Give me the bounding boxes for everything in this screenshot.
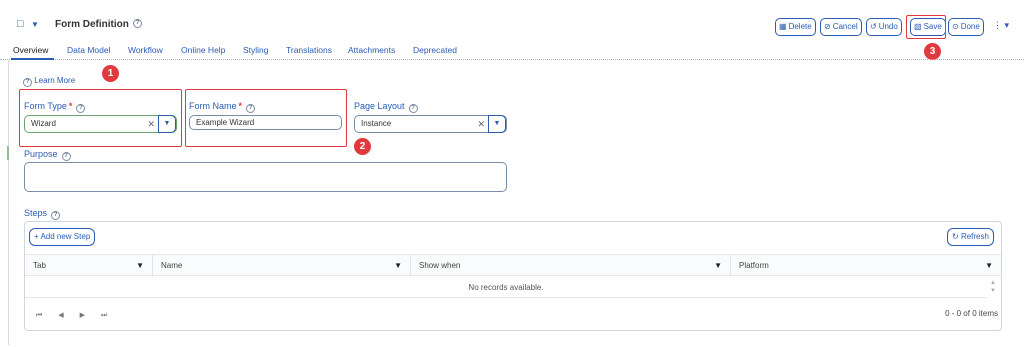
header-bar: □ ▼ Form Definition ? ▦ Delete ⊘ Cancel ↺ U… — [0, 0, 1024, 38]
help-icon[interactable]: ? — [408, 104, 418, 113]
cancel-icon: ⊘ — [824, 22, 831, 31]
tab-data-model[interactable]: Data Model — [67, 45, 110, 55]
learn-more-link[interactable]: ? Learn More — [23, 76, 75, 87]
page-layout-label: Page Layout? — [354, 101, 418, 113]
column-header-tab[interactable]: Tab ▼ — [25, 255, 153, 277]
page-layout-select[interactable]: Instance ✕ ▼ — [354, 115, 507, 133]
next-page-icon[interactable]: ▶ — [80, 312, 85, 319]
filter-icon[interactable]: ▼ — [136, 255, 144, 277]
form-type-select[interactable]: Wizard ✕ ▼ — [24, 115, 177, 133]
purpose-textarea[interactable] — [24, 162, 507, 192]
steps-label: Steps? — [24, 208, 61, 220]
delete-button[interactable]: ▦ Delete — [775, 18, 816, 36]
last-page-icon[interactable]: ⏭ — [101, 312, 107, 319]
tab-attachments[interactable]: Attachments — [348, 45, 395, 55]
help-icon: ? — [23, 78, 32, 87]
grid-header: Tab ▼ Name ▼ Show when ▼ Platform ▼ — [25, 254, 1001, 277]
form-name-label: Form Name *? — [189, 101, 256, 113]
tab-overview[interactable]: Overview — [13, 45, 48, 55]
refresh-icon: ↻ — [952, 232, 959, 241]
undo-icon: ↺ — [870, 22, 877, 31]
clear-icon[interactable]: ✕ — [477, 116, 485, 132]
scrollbar[interactable]: ▲ ▼ — [990, 279, 996, 295]
done-button[interactable]: ⊙ Done — [948, 18, 984, 36]
column-header-platform[interactable]: Platform ▼ — [731, 255, 1001, 277]
pager-controls: ⏮ ◀ ▶ ⏭ — [36, 311, 121, 320]
check-circle-icon: ⊙ — [952, 22, 959, 31]
chevron-down-icon[interactable]: ▼ — [31, 20, 39, 29]
field-marker — [7, 146, 9, 160]
purpose-label: Purpose? — [24, 149, 71, 161]
tab-deprecated[interactable]: Deprecated — [413, 45, 457, 55]
callout-badge-2: 2 — [354, 138, 371, 155]
cancel-button[interactable]: ⊘ Cancel — [820, 18, 862, 36]
tab-translations[interactable]: Translations — [286, 45, 332, 55]
column-header-show-when[interactable]: Show when ▼ — [411, 255, 731, 277]
required-marker: * — [238, 101, 243, 111]
clear-icon[interactable]: ✕ — [147, 116, 155, 132]
bookmark-icon[interactable]: □ — [17, 18, 24, 30]
help-icon[interactable]: ? — [246, 104, 256, 113]
chevron-down-icon[interactable]: ▼ — [158, 115, 176, 133]
page-title: Form Definition — [55, 19, 129, 30]
more-menu-icon[interactable]: ⋮ ▾ — [993, 20, 1009, 31]
prev-page-icon[interactable]: ◀ — [58, 312, 63, 319]
save-highlight — [906, 15, 946, 39]
add-step-button[interactable]: + Add new Step — [29, 228, 96, 246]
trash-icon: ▦ — [779, 22, 787, 31]
tab-styling[interactable]: Styling — [243, 45, 269, 55]
pager-info: 0 - 0 of 0 items — [945, 309, 998, 318]
chevron-down-icon[interactable]: ▼ — [488, 115, 506, 133]
column-header-name[interactable]: Name ▼ — [153, 255, 411, 277]
undo-button[interactable]: ↺ Undo — [866, 18, 902, 36]
first-page-icon[interactable]: ⏮ — [36, 312, 42, 319]
callout-badge-1: 1 — [102, 65, 119, 82]
form-type-label: Form Type *? — [24, 101, 86, 113]
filter-icon[interactable]: ▼ — [714, 255, 722, 277]
help-icon[interactable]: ? — [51, 211, 61, 220]
tab-online-help[interactable]: Online Help — [181, 45, 225, 55]
help-icon[interactable]: ? — [76, 104, 86, 113]
form-name-input[interactable]: Example Wizard — [189, 115, 342, 130]
tab-workflow[interactable]: Workflow — [128, 45, 163, 55]
filter-icon[interactable]: ▼ — [985, 255, 993, 277]
plus-icon: + — [34, 232, 39, 241]
empty-message: No records available. — [25, 277, 987, 298]
help-icon[interactable]: ? — [61, 152, 71, 161]
filter-icon[interactable]: ▼ — [394, 255, 402, 277]
refresh-button[interactable]: ↻ Refresh — [947, 228, 994, 246]
required-marker: * — [68, 101, 73, 111]
help-icon[interactable]: ? — [133, 19, 142, 28]
tab-bar: Overview Data Model Workflow Online Help… — [0, 40, 1024, 60]
